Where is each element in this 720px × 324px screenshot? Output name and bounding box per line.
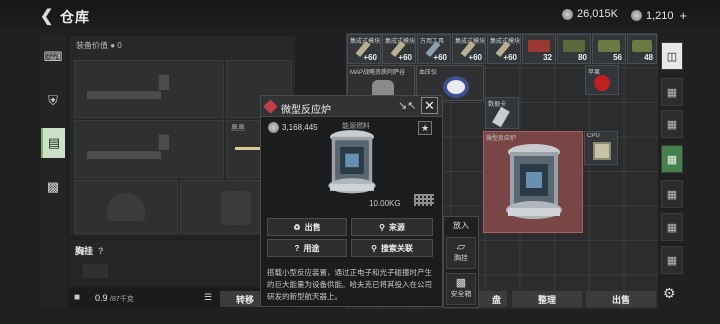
ammo-box-icon	[632, 40, 652, 52]
lock-icon: ■	[74, 292, 81, 303]
popup-header: 微型反应炉 ↘↖ ✕	[261, 96, 442, 117]
equip-value: 装备价值 ● 0	[76, 41, 122, 50]
left-category-bar	[40, 36, 66, 306]
micro-reactor-image	[328, 130, 376, 194]
popup-title: 微型反应炉	[281, 105, 331, 116]
ammo-box-icon	[528, 40, 550, 52]
coin-icon	[268, 122, 279, 133]
helmet-icon	[107, 193, 145, 221]
backpack-icon[interactable]: ⛨	[41, 86, 65, 116]
favorite-star-icon[interactable]: ★	[418, 121, 432, 135]
grid-item[interactable]: 数据卡	[485, 97, 519, 129]
grid-item[interactable]: 集成式模块 +60	[382, 34, 416, 64]
put-in-panel: 放入 ▱ 胸挂 ▩ 安全箱	[443, 216, 479, 308]
rifle-silhouette-icon: ▬▬▬▘	[87, 75, 179, 105]
reactor-badge-icon	[263, 99, 278, 114]
grid-item[interactable]: 80	[557, 34, 591, 64]
data-card-icon	[492, 106, 510, 128]
item-value: 3,168,445	[268, 122, 318, 133]
gun-icon[interactable]: ⌨	[41, 42, 65, 72]
search-related-button[interactable]: ⚲ 搜索关联	[351, 239, 433, 257]
sort-button[interactable]: 整理	[512, 291, 582, 307]
collapse-icon[interactable]: ↘↖	[398, 99, 416, 112]
chest-rig-label: 胸挂 ?	[75, 246, 104, 256]
item-detail-popup: 微型反应炉 ↘↖ ✕ 3,168,445 能源燃料 ★ 10.00KG ♻ 出售 …	[260, 95, 443, 307]
source-button[interactable]: ⚲ 来源	[351, 218, 433, 236]
back-arrow-icon[interactable]: ❮	[40, 6, 53, 26]
capacity-value: 0.9	[95, 293, 108, 303]
category-tab[interactable]: ▦	[661, 110, 683, 138]
vest-icon: ▱	[456, 241, 466, 253]
item-description: 搭载小型反应装置，通过正电子和光子碰撞时产生的巨大能量为设备供能。哈夫克已将其投…	[267, 268, 432, 301]
search-icon: ⚲	[371, 243, 377, 253]
ammo-box-icon	[598, 40, 620, 52]
cpu-icon	[593, 142, 611, 160]
ammo-box-icon	[563, 40, 585, 52]
secondary-weapon-slot[interactable]: ▬▬▬▘	[74, 120, 224, 178]
primary-weapon-slot[interactable]: ▬▬▬▘	[74, 60, 224, 118]
usage-button[interactable]: ? 用途	[267, 239, 347, 257]
category-tab[interactable]: ▦	[661, 78, 683, 106]
grid-item[interactable]: 32	[522, 34, 556, 64]
storage-icon[interactable]: ◫	[661, 42, 683, 70]
coin-balance: 26,015K	[562, 8, 618, 20]
grid-item[interactable]: CPU	[584, 131, 618, 165]
page-title: 仓库	[60, 9, 90, 25]
close-icon[interactable]: ✕	[421, 97, 438, 114]
coin-icon	[562, 8, 573, 20]
gem-icon	[631, 10, 642, 21]
safebox-icon: ▩	[455, 277, 467, 289]
micro-reactor-icon	[506, 144, 562, 219]
clipboard-icon[interactable]: ▤	[41, 128, 65, 158]
briefcase-icon[interactable]: ▩	[41, 172, 65, 202]
grid-item[interactable]: 苹果	[585, 65, 619, 95]
grid-item[interactable]: 万用工具 +60	[417, 34, 451, 64]
sell-button[interactable]: ♻ 出售	[267, 218, 347, 236]
grid-item[interactable]: 集成式模块 +60	[487, 34, 521, 64]
add-icon[interactable]: +	[680, 8, 688, 23]
list-icon[interactable]: ☰	[204, 292, 212, 303]
rifle-silhouette-icon: ▬▬▬▘	[87, 135, 179, 165]
put-in-label: 放入	[453, 221, 469, 230]
grid-item[interactable]: 集成式模块 +60	[452, 34, 486, 64]
helmet-slot[interactable]	[74, 180, 178, 234]
grid-item[interactable]: 集成式模块 +60	[347, 34, 381, 64]
chest-rig-icon	[82, 264, 108, 278]
armor-icon	[221, 191, 251, 225]
blood-pressure-meter-icon	[443, 76, 469, 98]
capacity-max: /87千克	[110, 296, 134, 303]
search-icon: ⚲	[379, 222, 385, 232]
sell-icon: ♻	[293, 222, 301, 232]
gem-balance[interactable]: 1,210 +	[631, 8, 687, 23]
apple-icon	[594, 75, 610, 91]
grid-item[interactable]: 48	[627, 34, 657, 64]
grid-item[interactable]: 56	[592, 34, 626, 64]
safebox-target[interactable]: ▩ 安全箱	[446, 273, 476, 305]
sell-all-button[interactable]: 出售	[586, 291, 656, 307]
category-tab-active[interactable]: ▦	[661, 145, 683, 173]
question-icon: ?	[294, 243, 300, 253]
size-grid-icon	[414, 194, 434, 206]
chest-rig-target[interactable]: ▱ 胸挂	[446, 237, 476, 269]
category-tab[interactable]: ▦	[661, 246, 683, 274]
grid-item-micro-reactor[interactable]: 微型反应炉	[483, 131, 583, 233]
item-weight: 10.00KG	[369, 199, 401, 208]
category-tab[interactable]: ▦	[661, 180, 683, 208]
category-tab[interactable]: ▦	[661, 213, 683, 241]
gear-icon[interactable]: ⚙	[663, 285, 676, 302]
